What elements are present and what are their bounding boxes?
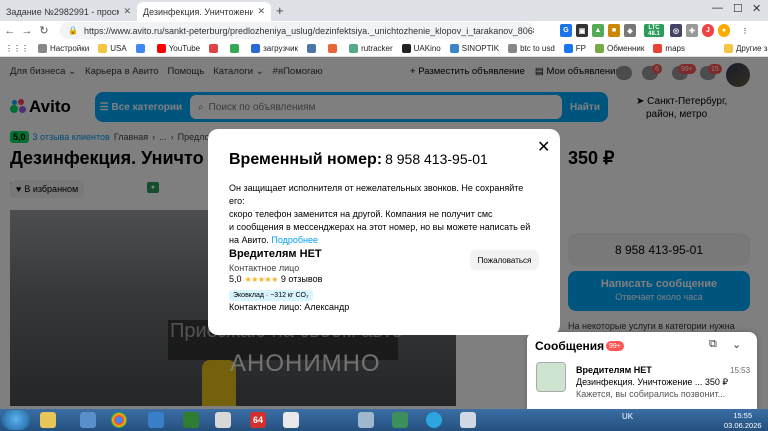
seller-reviews[interactable]: 9 отзывов (281, 274, 323, 284)
bookmark-other[interactable]: Другие закладки (723, 43, 768, 53)
new-tab-icon[interactable]: + (276, 3, 284, 18)
bookmark-g[interactable] (135, 43, 148, 53)
bookmark-g2[interactable] (230, 43, 242, 53)
tab-title: Дезинфекция. Уничтожение клоп (143, 6, 254, 17)
tab-avito[interactable]: ● Дезинфекция. Уничтожение клоп ✕ (137, 2, 271, 193)
extension-icon[interactable]: G (560, 24, 572, 37)
more-link[interactable]: Подробнее (271, 235, 318, 245)
bookmark-settings[interactable]: Настройки (38, 43, 89, 53)
chat-subject: Дезинфекция. Уничтожение ... 350 ₽ (576, 377, 729, 387)
app-icon[interactable] (148, 412, 164, 428)
explorer-icon[interactable] (40, 412, 56, 428)
messages-widget[interactable]: Сообщения 99+ ⧉ ⌄ Вредителям НЕТ Дезинфе… (527, 332, 757, 410)
url-field[interactable]: 🔒 https://www.avito.ru/sankt-peterburg/p… (60, 22, 534, 39)
app-icon[interactable] (358, 412, 374, 428)
close-tab-icon[interactable]: ✕ (257, 6, 265, 17)
bookmark-gmail[interactable] (209, 43, 221, 53)
back-icon[interactable]: ← (3, 25, 17, 37)
bookmark-f[interactable] (328, 43, 340, 53)
bookmark-youtube[interactable]: YouTube (156, 43, 200, 53)
bookmark-sinoptik[interactable]: SINOPTIK (449, 43, 499, 53)
profile-icon[interactable]: J (702, 24, 714, 37)
chrome-icon[interactable] (111, 412, 127, 428)
forward-icon[interactable]: → (20, 25, 34, 37)
messages-title: Сообщения (535, 339, 605, 353)
eco-badge: Эковклад · −312 кг CO₂ (229, 290, 313, 301)
extension-icon[interactable]: ■ (608, 24, 620, 37)
tab-task[interactable]: SP Задание №2982991 - просмотр з ✕ (0, 2, 137, 193)
clock[interactable]: 15:55 03.06.2026 (724, 411, 762, 431)
bookmark-downloader[interactable]: загрузчик (251, 43, 298, 53)
close-tab-icon[interactable]: ✕ (123, 6, 131, 17)
contact-person: Контактное лицо: Александр (229, 302, 350, 312)
modal-description: Он защищает исполнителя от нежелательных… (229, 183, 531, 245)
bookmark-vk[interactable] (307, 43, 319, 53)
puzzle-icon[interactable]: ✚ (686, 24, 698, 37)
expand-icon[interactable]: ⧉ (709, 338, 717, 351)
minimize-icon[interactable]: — (712, 2, 723, 14)
app-icon[interactable] (80, 412, 96, 428)
extension-icon[interactable]: ◆ (624, 24, 636, 37)
close-window-icon[interactable]: ✕ (752, 2, 761, 15)
url-text: https://www.avito.ru/sankt-peterburg/pre… (83, 25, 534, 36)
browser-tab-bar: SP Задание №2982991 - просмотр з ✕ ● Дез… (0, 0, 768, 193)
apps-icon[interactable]: ⋮⋮⋮ (5, 44, 29, 53)
bookmark-btc[interactable]: btc to usd (508, 43, 555, 53)
bookmark-uakino[interactable]: UAKino (401, 43, 441, 53)
bookmarks-bar: ⋮⋮⋮ Настройки USA YouTube загрузчик rutr… (0, 40, 768, 57)
windows-taskbar: 64 UK 15:55 03.06.2026 (0, 409, 768, 431)
extension-icon[interactable]: ● (718, 24, 730, 37)
chat-preview: Кажется, вы собирались позвонит... (576, 389, 726, 399)
language-indicator[interactable]: UK (622, 412, 633, 421)
modal-title: Временный номер: 8 958 413-95-01 (229, 151, 488, 168)
messages-count-badge: 99+ (606, 341, 624, 351)
temporary-number: 8 958 413-95-01 (385, 151, 488, 167)
seller-name[interactable]: Вредителям НЕТ (229, 248, 322, 260)
app-icon[interactable] (392, 412, 408, 428)
lock-icon: 🔒 (68, 26, 78, 35)
extension-icon[interactable]: ▣ (576, 24, 588, 37)
seller-role: Контактное лицо (229, 263, 300, 273)
extension-icon[interactable]: ▲ (592, 24, 604, 37)
start-button[interactable] (2, 410, 30, 430)
complain-button[interactable]: Пожаловаться (470, 250, 539, 270)
chat-sender: Вредителям НЕТ (576, 365, 652, 375)
extension-icon[interactable]: ◎ (670, 24, 682, 37)
temporary-number-modal: ✕ Временный номер: 8 958 413-95-01 Он защ… (208, 129, 560, 335)
bookmark-rutracker[interactable]: rutracker (349, 43, 393, 53)
app-icon[interactable] (283, 412, 299, 428)
seller-rating: 5,0 ★★★★★ 9 отзывов (229, 274, 323, 284)
ltc-price-extension[interactable]: LTC 48.1 (644, 24, 664, 37)
reload-icon[interactable]: ↻ (37, 24, 51, 37)
bookmark-maps[interactable]: maps (653, 43, 685, 53)
maximize-icon[interactable]: ☐ (733, 2, 743, 15)
bookmark-usa[interactable]: USA (98, 43, 127, 53)
telegram-icon[interactable] (426, 412, 442, 428)
app-icon[interactable] (215, 412, 231, 428)
app-icon[interactable] (183, 412, 199, 428)
app-64-icon[interactable]: 64 (250, 412, 266, 428)
app-icon[interactable] (460, 412, 476, 428)
chevron-down-icon[interactable]: ⌄ (732, 338, 741, 351)
close-icon[interactable]: ✕ (537, 140, 550, 156)
chat-thumbnail (536, 362, 566, 392)
chat-time: 15:53 (730, 366, 751, 375)
tab-title: Задание №2982991 - просмотр з (6, 6, 120, 17)
stars-icon: ★★★★★ (244, 274, 279, 284)
bookmark-fp[interactable]: FP (563, 43, 586, 53)
bookmark-exchange[interactable]: Обменник (595, 43, 644, 53)
menu-dots-icon[interactable]: ⋮ (740, 24, 750, 37)
